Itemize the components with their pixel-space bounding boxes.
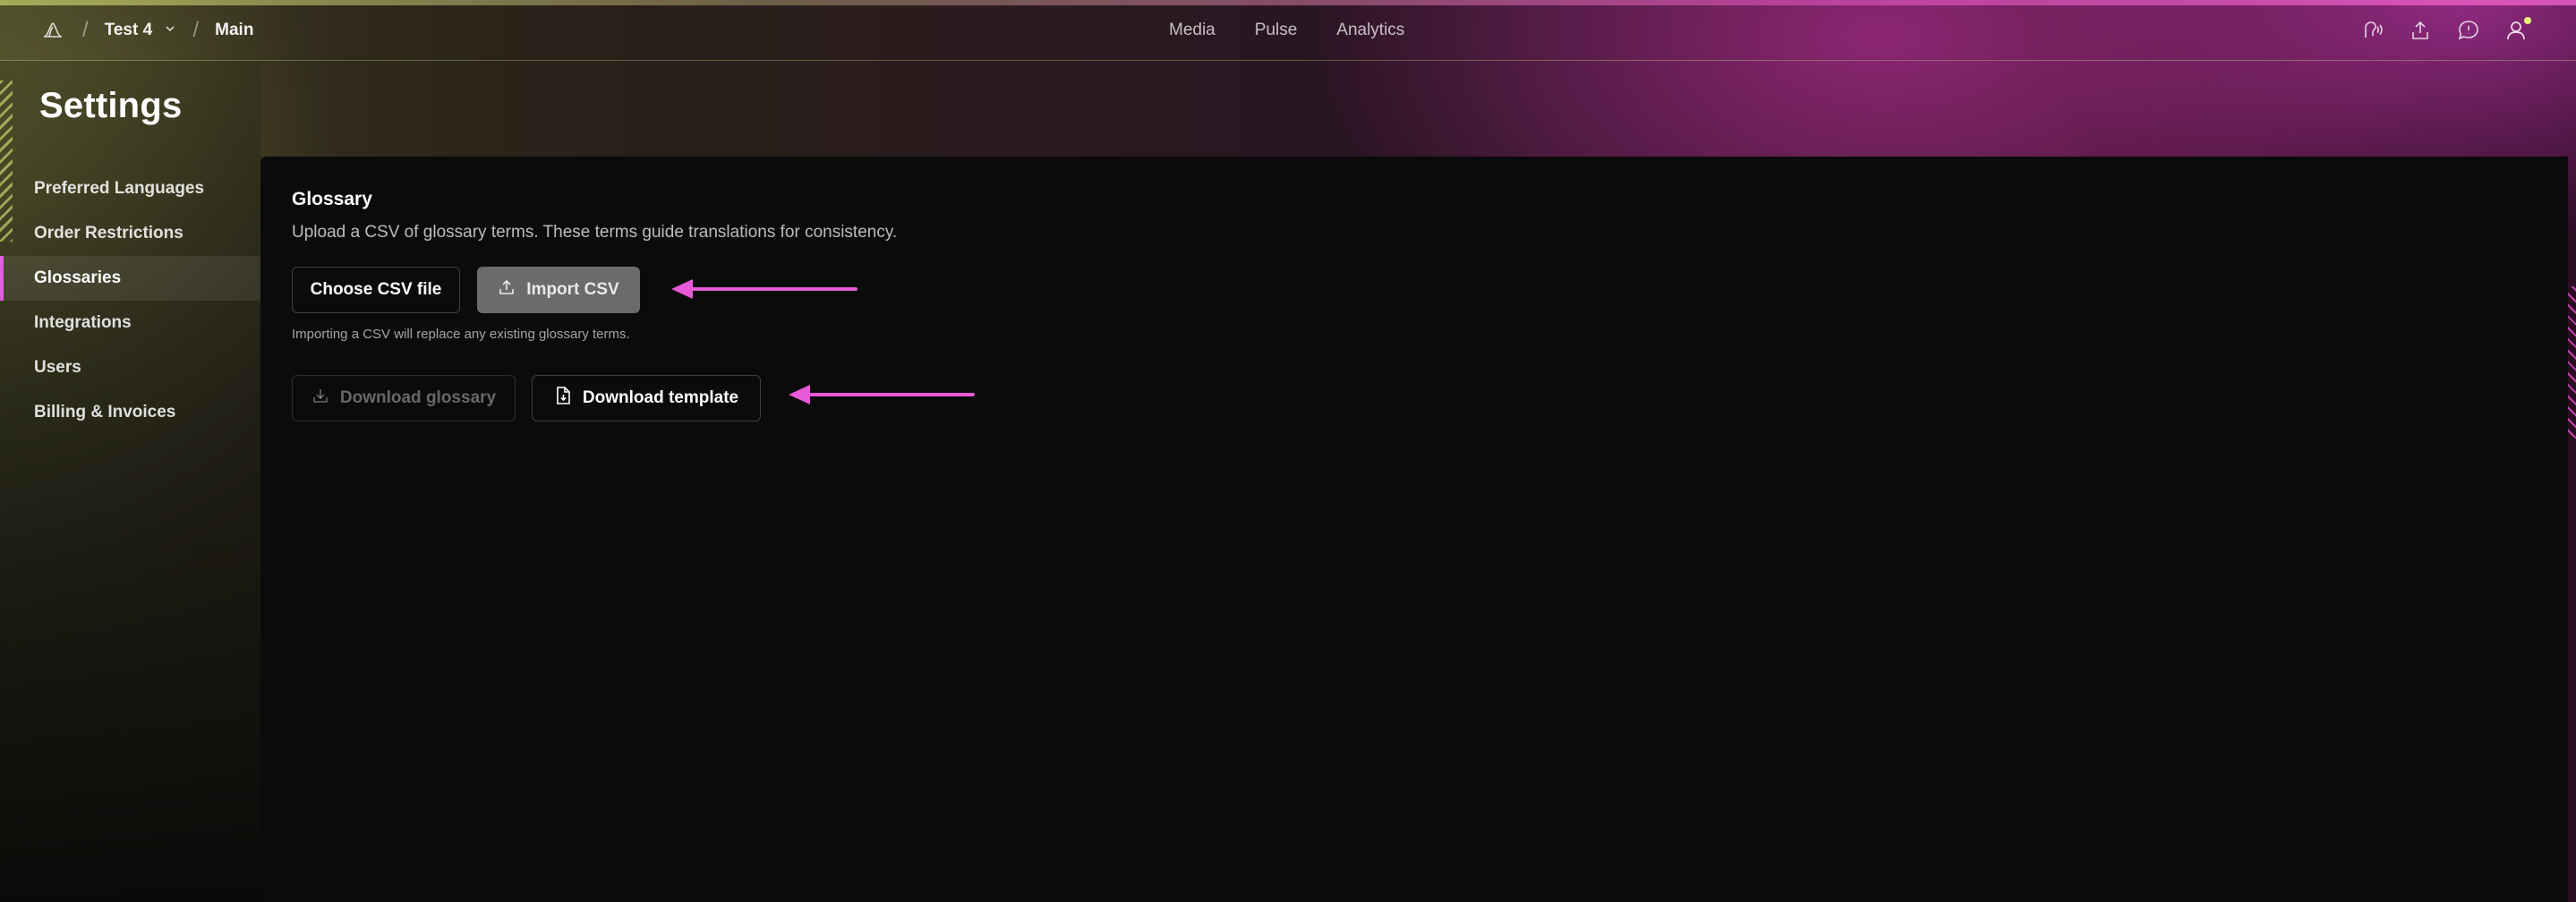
import-csv-button[interactable]: Import CSV — [477, 267, 640, 313]
nav-pulse[interactable]: Pulse — [1255, 21, 1298, 40]
top-bar: / Test 4 / Main Media Pulse Analytics — [0, 0, 2576, 61]
download-template-label: Download template — [582, 388, 739, 407]
workspace-name: Test 4 — [104, 21, 153, 39]
home-logo-icon[interactable] — [39, 17, 66, 44]
chevron-down-icon — [164, 22, 176, 35]
breadcrumb-separator: / — [192, 18, 200, 42]
page-title: Settings — [39, 86, 183, 125]
workspace-switcher[interactable]: Test 4 — [105, 21, 177, 40]
breadcrumb: / Test 4 / Main — [39, 0, 253, 61]
sidebar-item-users[interactable]: Users — [0, 345, 261, 390]
sidebar-item-glossaries[interactable]: Glossaries — [0, 256, 261, 301]
audio-icon[interactable] — [2359, 18, 2384, 43]
breadcrumb-separator: / — [82, 18, 89, 42]
import-csv-label: Import CSV — [526, 280, 619, 299]
choose-csv-label: Choose CSV file — [310, 280, 442, 299]
download-template-button[interactable]: Download template — [532, 375, 761, 421]
glossary-panel: Glossary Upload a CSV of glossary terms.… — [260, 157, 2568, 902]
nav-analytics[interactable]: Analytics — [1336, 21, 1404, 40]
upload-icon — [498, 278, 516, 302]
section-description: Upload a CSV of glossary terms. These te… — [292, 223, 898, 242]
nav-media[interactable]: Media — [1169, 21, 1215, 40]
message-alert-icon[interactable] — [2456, 18, 2481, 43]
file-download-icon — [554, 386, 572, 411]
sidebar-item-billing-invoices[interactable]: Billing & Invoices — [0, 390, 261, 435]
main-nav: Media Pulse Analytics — [1169, 0, 1444, 61]
import-warning-note: Importing a CSV will replace any existin… — [292, 327, 630, 342]
annotation-arrow-template — [789, 385, 975, 404]
notification-dot — [2524, 17, 2531, 24]
share-icon[interactable] — [2408, 18, 2433, 43]
download-glossary-label: Download glossary — [339, 388, 497, 407]
annotation-arrow-import — [671, 279, 857, 299]
header-actions — [2359, 0, 2531, 61]
choose-csv-button[interactable]: Choose CSV file — [292, 267, 460, 313]
download-glossary-button[interactable]: Download glossary — [292, 375, 516, 421]
user-icon[interactable] — [2504, 17, 2531, 43]
sidebar-item-integrations[interactable]: Integrations — [0, 301, 261, 345]
settings-sidebar: Preferred Languages Order Restrictions G… — [0, 166, 261, 435]
download-icon — [311, 387, 329, 410]
section-title: Glossary — [292, 189, 372, 209]
sidebar-item-preferred-languages[interactable]: Preferred Languages — [0, 166, 261, 211]
sidebar-item-order-restrictions[interactable]: Order Restrictions — [0, 211, 261, 256]
project-name[interactable]: Main — [215, 21, 253, 40]
